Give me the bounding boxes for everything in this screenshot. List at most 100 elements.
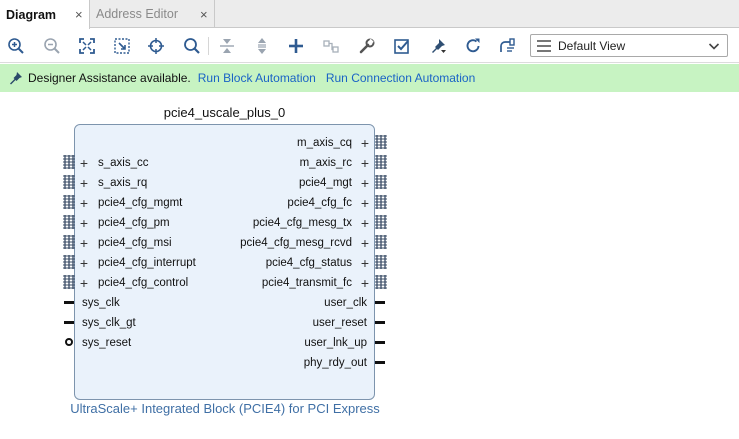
bus-port-pcie4-cfg-mgmt[interactable]: + pcie4_cfg_mgmt [75,193,182,213]
search-icon[interactable] [182,36,202,56]
bus-port-m-axis-rc[interactable]: m_axis_rc + [300,153,374,173]
bus-port-pcie4-cfg-msi[interactable]: + pcie4_cfg_msi [75,233,172,253]
port-pin[interactable] [375,321,385,324]
bus-port-pcie4-cfg-control[interactable]: + pcie4_cfg_control [75,273,188,293]
tab-address-editor[interactable]: Address Editor × [90,0,215,28]
ip-block[interactable]: + s_axis_cc + s_axis_rq + pcie4_cfg_mgmt + pcie… [74,124,375,400]
expand-plus-icon[interactable]: + [359,176,371,190]
bus-connector-icon[interactable] [63,215,75,229]
bus-connector-icon[interactable] [63,255,75,269]
expand-plus-icon[interactable]: + [78,156,90,170]
port-label: phy_rdy_out [303,357,367,369]
port-user-clk[interactable]: user_clk [324,293,374,313]
zoom-selection-icon[interactable] [112,36,132,56]
tab-diagram[interactable]: Diagram × [0,0,90,29]
port-label: pcie4_cfg_fc [287,197,352,209]
pin-autoconnect-icon[interactable] [428,36,448,56]
bus-connector-icon[interactable] [375,175,387,189]
bus-connector-icon[interactable] [375,235,387,249]
bus-connector-icon[interactable] [375,215,387,229]
toolbar-separator [208,37,209,55]
port-user-reset[interactable]: user_reset [313,313,374,333]
expand-plus-icon[interactable]: + [359,156,371,170]
expand-plus-icon[interactable]: + [359,236,371,250]
pin-icon [10,72,22,85]
bus-connector-icon[interactable] [375,255,387,269]
bus-connector-icon[interactable] [63,195,75,209]
run-connection-automation-link[interactable]: Run Connection Automation [326,71,475,85]
zoom-fit-icon[interactable] [77,36,97,56]
port-user-lnk-up[interactable]: user_lnk_up [304,333,374,353]
expand-plus-icon[interactable]: + [359,136,371,150]
port-label: m_axis_cq [297,137,352,149]
designer-assistance-banner: Designer Assistance available. Run Block… [0,64,739,92]
bus-connector-icon[interactable] [63,235,75,249]
zoom-out-icon[interactable] [42,36,62,56]
run-block-automation-link[interactable]: Run Block Automation [198,71,316,85]
expand-icon[interactable] [252,36,272,56]
port-label: pcie4_cfg_msi [98,237,172,249]
bus-connector-icon[interactable] [375,275,387,289]
port-pin[interactable] [375,341,385,344]
port-label: user_clk [324,297,367,309]
expand-plus-icon[interactable]: + [359,196,371,210]
list-icon [537,39,551,52]
port-pin[interactable] [375,301,385,304]
port-pin[interactable] [64,301,74,304]
bus-port-s-axis-rq[interactable]: + s_axis_rq [75,173,147,193]
bus-port-pcie4-cfg-mesg-tx[interactable]: pcie4_cfg_mesg_tx + [253,213,374,233]
port-phy-rdy-out[interactable]: phy_rdy_out [304,353,374,373]
bus-connector-icon[interactable] [375,195,387,209]
expand-plus-icon[interactable]: + [78,256,90,270]
bus-port-pcie4-transmit-fc[interactable]: pcie4_transmit_fc + [262,273,374,293]
add-ip-icon[interactable] [286,36,306,56]
view-select[interactable]: Default View [530,34,728,57]
port-label: pcie4_cfg_pm [98,217,170,229]
expand-plus-icon[interactable]: + [78,236,90,250]
expand-plus-icon[interactable]: + [78,216,90,230]
expand-plus-icon[interactable]: + [359,256,371,270]
port-sys-reset[interactable]: sys_reset [75,333,131,353]
bus-connector-icon[interactable] [63,175,75,189]
bus-port-s-axis-cc[interactable]: + s_axis_cc [75,153,149,173]
bus-connector-icon[interactable] [63,155,75,169]
bus-port-pcie4-cfg-status[interactable]: pcie4_cfg_status + [266,253,374,273]
port-label: pcie4_cfg_interrupt [98,257,196,269]
expand-plus-icon[interactable]: + [78,176,90,190]
bus-connector-icon[interactable] [375,155,387,169]
bus-port-m-axis-cq[interactable]: m_axis_cq + [297,133,374,153]
optimize-routing-icon[interactable] [497,36,517,56]
zoom-in-icon[interactable] [6,36,26,56]
port-sys-clk-gt[interactable]: sys_clk_gt [75,313,136,333]
port-label: s_axis_rq [98,177,148,189]
block-design-window: Diagram × Address Editor × Default View … [0,0,739,439]
block-instance-name: pcie4_uscale_plus_0 [163,105,286,120]
port-pin[interactable] [375,361,385,364]
bus-connector-icon[interactable] [63,275,75,289]
close-icon[interactable]: × [75,8,83,21]
expand-plus-icon[interactable]: + [78,196,90,210]
expand-plus-icon[interactable]: + [359,216,371,230]
port-label: sys_clk_gt [82,317,136,329]
port-sys-clk[interactable]: sys_clk [75,293,120,313]
bus-connector-icon[interactable] [375,135,387,149]
validate-design-icon[interactable] [392,36,412,56]
bus-port-pcie4-cfg-pm[interactable]: + pcie4_cfg_pm [75,213,170,233]
center-icon[interactable] [146,36,166,56]
bus-port-pcie4-mgt[interactable]: pcie4_mgt + [299,173,374,193]
port-pin[interactable] [64,321,74,324]
bus-port-pcie4-cfg-interrupt[interactable]: + pcie4_cfg_interrupt [75,253,196,273]
port-label: pcie4_transmit_fc [261,277,352,289]
diagram-canvas[interactable]: pcie4_uscale_plus_0 + s_axis_cc + s_axis_rq… [0,92,739,439]
make-connection-icon[interactable] [321,36,341,56]
close-icon[interactable]: × [200,8,208,21]
regenerate-layout-icon[interactable] [463,36,483,56]
expand-plus-icon[interactable]: + [78,276,90,290]
chevron-down-icon [708,43,720,50]
properties-wrench-icon[interactable] [357,36,377,56]
expand-plus-icon[interactable]: + [359,276,371,290]
collapse-icon[interactable] [217,36,237,56]
bus-port-pcie4-cfg-fc[interactable]: pcie4_cfg_fc + [287,193,374,213]
active-low-bubble-icon[interactable] [65,338,73,346]
bus-port-pcie4-cfg-mesg-rcvd[interactable]: pcie4_cfg_mesg_rcvd + [240,233,374,253]
